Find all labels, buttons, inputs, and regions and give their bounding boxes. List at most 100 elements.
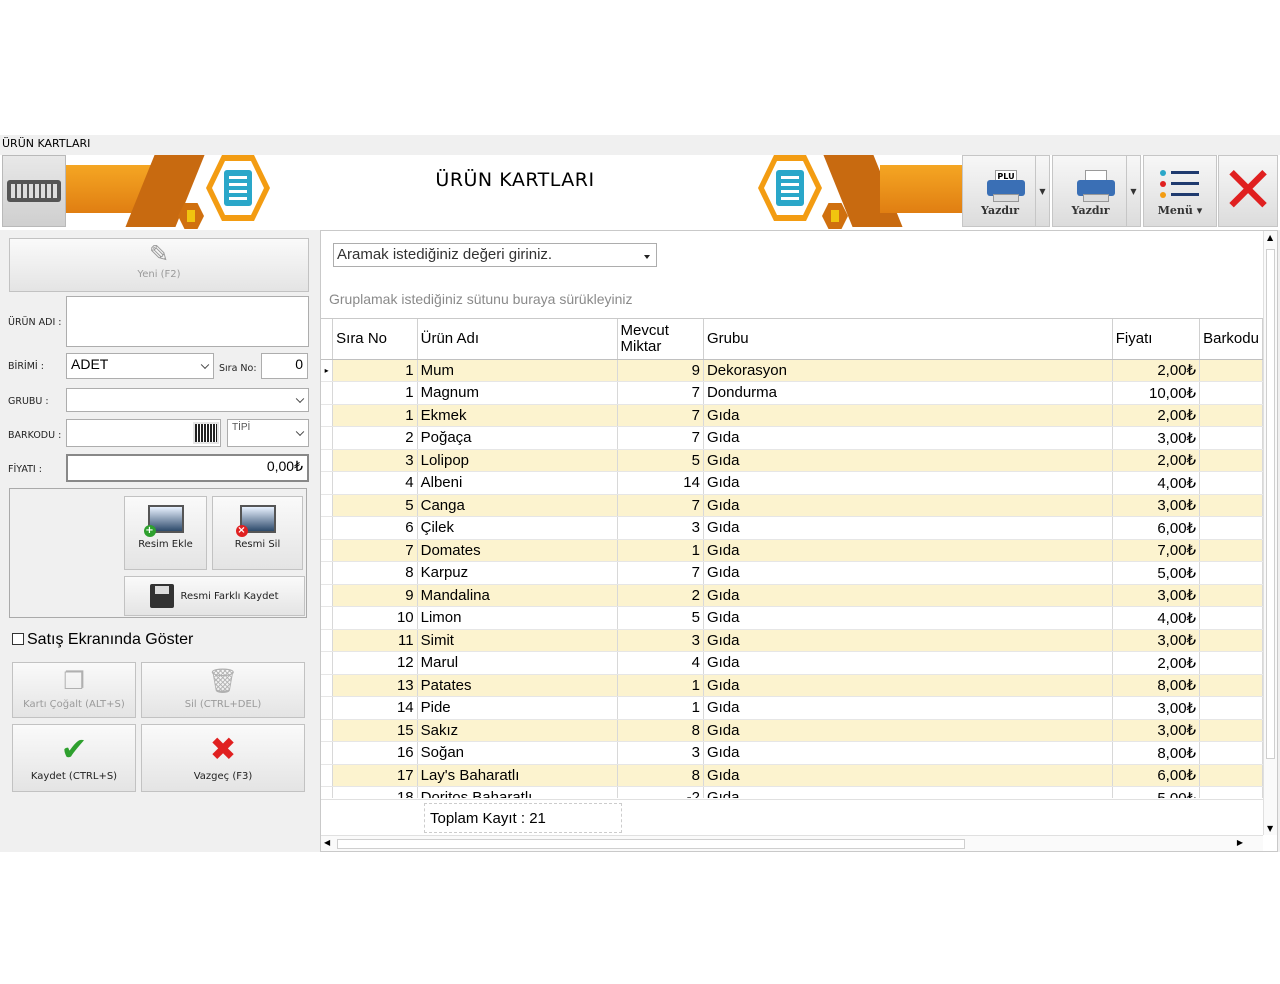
order-no-input[interactable]: 0 — [261, 353, 308, 379]
cell-order-no[interactable]: 18 — [332, 786, 418, 798]
cell-barcode[interactable] — [1199, 426, 1263, 450]
cell-product-name[interactable]: Poğaça — [417, 426, 618, 450]
cell-product-name[interactable]: Magnum — [417, 381, 618, 405]
row-indicator[interactable] — [321, 674, 334, 697]
table-row[interactable]: 3 Lolipop 5 Gıda 2,00₺ — [321, 449, 1263, 472]
table-row[interactable]: ▸ 1 Mum 9 Dekorasyon 2,00₺ — [321, 359, 1263, 382]
scroll-thumb[interactable] — [1266, 249, 1275, 759]
cell-order-no[interactable]: 12 — [332, 651, 418, 675]
row-indicator[interactable] — [321, 426, 334, 450]
cell-product-name[interactable]: Mandalina — [417, 584, 618, 607]
cell-order-no[interactable]: 9 — [332, 584, 418, 607]
cell-quantity[interactable]: 5 — [617, 606, 704, 630]
cell-group[interactable]: Gıda — [703, 764, 1113, 787]
cell-quantity[interactable]: 4 — [617, 651, 704, 675]
cell-price[interactable]: 5,00₺ — [1112, 786, 1201, 798]
table-row[interactable]: 2 Poğaça 7 Gıda 3,00₺ — [321, 426, 1263, 450]
cell-price[interactable]: 5,00₺ — [1112, 561, 1201, 585]
cell-order-no[interactable]: 16 — [332, 741, 418, 765]
cell-barcode[interactable] — [1199, 764, 1263, 787]
cell-product-name[interactable]: Simit — [417, 629, 618, 652]
cell-product-name[interactable]: Marul — [417, 651, 618, 675]
cell-order-no[interactable]: 8 — [332, 561, 418, 585]
row-indicator[interactable] — [321, 381, 334, 405]
cell-barcode[interactable] — [1199, 674, 1263, 697]
price-input[interactable]: 0,00₺ — [66, 454, 309, 482]
cell-product-name[interactable]: Mum — [417, 359, 618, 382]
cancel-button[interactable]: ✖ Vazgeç (F3) — [141, 724, 305, 792]
table-row[interactable]: 11 Simit 3 Gıda 3,00₺ — [321, 629, 1263, 652]
cell-quantity[interactable]: 5 — [617, 449, 704, 472]
cell-price[interactable]: 3,00₺ — [1112, 719, 1201, 742]
cell-price[interactable]: 3,00₺ — [1112, 584, 1201, 607]
cell-quantity[interactable]: 7 — [617, 494, 704, 517]
column-header[interactable]: Fiyatı — [1112, 319, 1201, 360]
row-indicator[interactable] — [321, 561, 334, 585]
cell-barcode[interactable] — [1199, 516, 1263, 540]
table-row[interactable]: 18Doritos Baharatlı-2Gıda5,00₺ — [321, 786, 1263, 798]
cell-group[interactable]: Gıda — [703, 561, 1113, 585]
cell-order-no[interactable]: 10 — [332, 606, 418, 630]
cell-product-name[interactable]: Çilek — [417, 516, 618, 540]
column-header[interactable]: Ürün Adı — [417, 319, 618, 360]
keyboard-button[interactable] — [2, 155, 66, 227]
cell-product-name[interactable]: Canga — [417, 494, 618, 517]
cell-price[interactable]: 3,00₺ — [1112, 426, 1201, 450]
show-on-sales-checkbox[interactable]: Satış Ekranında Göster — [12, 631, 193, 649]
table-row[interactable]: 5 Canga 7 Gıda 3,00₺ — [321, 494, 1263, 517]
cell-quantity[interactable]: 1 — [617, 696, 704, 720]
cell-product-name[interactable]: Soğan — [417, 741, 618, 765]
cell-order-no[interactable]: 5 — [332, 494, 418, 517]
row-indicator[interactable] — [321, 449, 334, 472]
close-button[interactable]: ✕ — [1218, 155, 1278, 227]
horizontal-scrollbar[interactable]: ◀ ▶ — [321, 835, 1263, 851]
cell-price[interactable]: 2,00₺ — [1112, 449, 1201, 472]
cell-barcode[interactable] — [1199, 696, 1263, 720]
cell-quantity[interactable]: 7 — [617, 561, 704, 585]
cell-group[interactable]: Gıda — [703, 786, 1113, 798]
cell-group[interactable]: Gıda — [703, 629, 1113, 652]
cell-order-no[interactable]: 1 — [332, 359, 418, 382]
column-header[interactable]: Mevcut Miktar — [617, 319, 704, 360]
cell-product-name[interactable]: Ekmek — [417, 404, 618, 427]
column-header[interactable]: Grubu — [703, 319, 1113, 360]
cell-price[interactable]: 10,00₺ — [1112, 381, 1201, 405]
row-indicator[interactable] — [321, 741, 334, 765]
cell-order-no[interactable]: 1 — [332, 381, 418, 405]
scroll-thumb[interactable] — [337, 839, 965, 849]
row-indicator[interactable] — [321, 719, 334, 742]
cell-product-name[interactable]: Domates — [417, 539, 618, 562]
cell-order-no[interactable]: 6 — [332, 516, 418, 540]
table-row[interactable]: 16 Soğan 3 Gıda 8,00₺ — [321, 741, 1263, 765]
cell-quantity[interactable]: 3 — [617, 516, 704, 540]
cell-group[interactable]: Gıda — [703, 539, 1113, 562]
cell-order-no[interactable]: 3 — [332, 449, 418, 472]
cell-quantity[interactable]: 7 — [617, 426, 704, 450]
print-button[interactable]: Yazdır ▼ — [1052, 155, 1141, 227]
table-row[interactable]: 13 Patates 1 Gıda 8,00₺ — [321, 674, 1263, 697]
cell-barcode[interactable] — [1199, 651, 1263, 675]
cell-barcode[interactable] — [1199, 786, 1263, 798]
row-indicator[interactable] — [321, 584, 334, 607]
cell-barcode[interactable] — [1199, 449, 1263, 472]
row-indicator[interactable] — [321, 516, 334, 540]
cell-group[interactable]: Gıda — [703, 719, 1113, 742]
cell-quantity[interactable]: 7 — [617, 404, 704, 427]
cell-quantity[interactable]: 1 — [617, 539, 704, 562]
column-header[interactable]: Sıra No — [332, 319, 418, 360]
cell-product-name[interactable]: Lolipop — [417, 449, 618, 472]
table-row[interactable]: 8 Karpuz 7 Gıda 5,00₺ — [321, 561, 1263, 585]
cell-barcode[interactable] — [1199, 539, 1263, 562]
cell-group[interactable]: Gıda — [703, 584, 1113, 607]
row-indicator[interactable] — [321, 471, 334, 495]
product-name-input[interactable] — [66, 296, 309, 347]
cell-price[interactable]: 4,00₺ — [1112, 606, 1201, 630]
cell-price[interactable]: 2,00₺ — [1112, 651, 1201, 675]
cell-barcode[interactable] — [1199, 561, 1263, 585]
cell-group[interactable]: Gıda — [703, 606, 1113, 630]
scroll-left-icon[interactable]: ◀ — [324, 838, 330, 847]
cell-barcode[interactable] — [1199, 629, 1263, 652]
cell-barcode[interactable] — [1199, 584, 1263, 607]
cell-barcode[interactable] — [1199, 381, 1263, 405]
table-row[interactable]: 1 Magnum 7 Dondurma 10,00₺ — [321, 381, 1263, 405]
